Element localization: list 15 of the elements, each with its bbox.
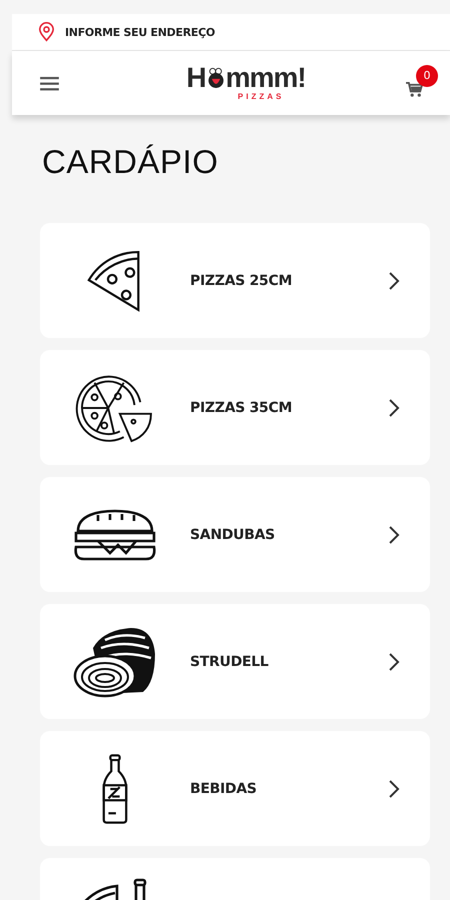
category-name: BEBIDAS bbox=[190, 780, 258, 796]
category-name: STRUDELL bbox=[190, 654, 270, 670]
category-name: SANDUBAS bbox=[190, 526, 276, 542]
page-title: CARDÁPIO bbox=[42, 143, 220, 181]
category-card[interactable]: PIZZAS 35CM bbox=[40, 350, 430, 465]
category-card[interactable]: SANDUBAS bbox=[40, 477, 430, 592]
address-prompt: INFORME SEU ENDEREÇO bbox=[65, 26, 215, 38]
category-card[interactable]: PIZZAS 25CM bbox=[40, 223, 430, 338]
address-bar[interactable]: INFORME SEU ENDEREÇO bbox=[12, 14, 450, 51]
category-card[interactable]: STRUDELL bbox=[40, 604, 430, 719]
cart-count-badge: 0 bbox=[416, 64, 438, 86]
category-name: PIZZAS 25CM bbox=[190, 272, 293, 288]
category-card[interactable]: BEBIDAS bbox=[40, 731, 430, 846]
category-name: PIZZAS 35CM bbox=[190, 400, 293, 416]
logo[interactable]: H mmm! PIZZAS bbox=[186, 64, 306, 102]
